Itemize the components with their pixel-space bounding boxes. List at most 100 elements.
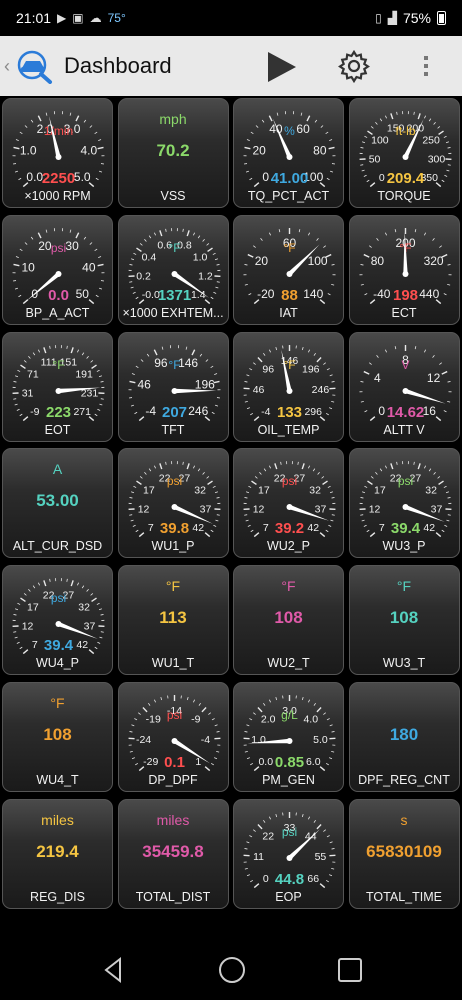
minor-tick xyxy=(23,359,27,363)
tick-label: -40 xyxy=(373,287,391,301)
tick-label: 12 xyxy=(22,621,34,633)
minor-tick xyxy=(412,111,415,115)
minor-tick xyxy=(326,718,330,721)
minor-tick xyxy=(278,228,281,232)
gauge-tile-eop[interactable]: 0 11 22 33 44 55 66 psi 44.8 EOP xyxy=(233,798,344,909)
gauge-tile-dpdpf[interactable]: -29 -24 -19 -14 -9 -4 1 psi 0.1 DP_DPF xyxy=(117,682,229,792)
gauge-value: 219.4 xyxy=(36,841,79,861)
gauge-tile-altcur[interactable]: A 53.00 ALT_CUR_DSD xyxy=(2,448,113,559)
minor-tick xyxy=(215,751,219,753)
major-tick xyxy=(88,298,95,304)
gauge-value: 35459.8 xyxy=(142,841,204,861)
gauge-tile-ect[interactable]: -4080200320440°F198ECT xyxy=(348,214,460,325)
minor-tick xyxy=(313,702,316,706)
minor-tick xyxy=(199,353,202,357)
gauge-tile-vss[interactable]: mph 70.2 VSS xyxy=(117,98,229,208)
gauge-tile-totaldist[interactable]: miles 35459.8 TOTAL_DIST xyxy=(117,798,229,909)
minor-tick xyxy=(13,380,17,383)
gauge-tile-wu4p[interactable]: 7 12 17 22 27 32 37 42 psi 39.4 WU4_P xyxy=(2,565,113,676)
minor-tick xyxy=(245,170,250,173)
minor-tick xyxy=(432,472,436,476)
gauge-tile-wu3t[interactable]: °F 108 WU3_T xyxy=(348,565,460,676)
minor-tick xyxy=(197,468,200,472)
major-tick xyxy=(13,263,20,267)
recents-nav-icon[interactable] xyxy=(334,954,366,986)
gauge-tile-tft[interactable]: -4 46 96 146 196 246 °F 207 TFT xyxy=(117,331,229,442)
minor-tick xyxy=(363,135,367,138)
gauge-tile-exhtemp[interactable]: -0.0 0.2 0.4 0.6 0.8 1.0 1.2 1.4 °F 1371 ×1000 EXH… xyxy=(117,214,229,325)
gauge-unit: °F xyxy=(283,241,295,255)
needle-hub xyxy=(286,387,293,394)
gauge-tile-torque[interactable]: 0 50 100 150 200 250 300 350 ft-lb 209.4 TORQUE xyxy=(348,98,460,208)
minor-tick xyxy=(327,292,331,296)
car-logo-icon[interactable] xyxy=(14,48,58,84)
minor-tick xyxy=(45,112,48,116)
back-nav-icon[interactable] xyxy=(98,954,130,986)
more-options-icon[interactable] xyxy=(414,48,438,84)
minor-tick xyxy=(98,287,103,290)
tick-label: 0 xyxy=(262,170,269,184)
gauge-tile-wu4t[interactable]: °F 108 WU4_T xyxy=(2,682,113,792)
gear-icon[interactable] xyxy=(336,48,372,84)
gauge-tile-wu3p[interactable]: 7 12 17 22 27 32 37 42 psi 39.4 WU3_P xyxy=(348,448,460,559)
minor-tick xyxy=(98,139,102,141)
minor-tick xyxy=(14,374,19,377)
minor-tick xyxy=(69,229,72,233)
minor-tick xyxy=(147,702,150,706)
gauge-tile-wu2p[interactable]: 7 12 17 22 27 32 37 42 psi 39.2 WU2_P xyxy=(233,448,344,559)
minor-tick xyxy=(423,115,426,119)
major-tick xyxy=(43,580,47,587)
gauge-value: 14.62 xyxy=(386,404,424,421)
minor-tick xyxy=(214,404,218,407)
gauge-tile-dpfreg[interactable]: 180 DPF_REG_CNT xyxy=(348,682,460,792)
minor-tick xyxy=(323,712,326,715)
cloud-icon: ☁ xyxy=(89,11,102,25)
major-tick xyxy=(75,115,80,122)
gauge-tile-pmgen[interactable]: 0.0 1.0 2.0 3.0 4.0 5.0 6.0 g/L 0.85 PM_GEN xyxy=(233,682,344,792)
gauge-label: EOP xyxy=(275,889,302,904)
navigation-bar xyxy=(0,938,462,1000)
major-tick xyxy=(253,882,260,888)
gauge-tile-rpm[interactable]: 0.0 1.0 2.0 3.0 4.0 5.0 1/min 2250 ×1000 RPM xyxy=(2,98,113,208)
play-icon[interactable] xyxy=(264,50,300,84)
tick-label: 7 xyxy=(378,522,384,534)
minor-tick xyxy=(159,696,162,701)
major-tick xyxy=(257,823,263,830)
minor-tick xyxy=(13,397,17,400)
gauge-tile-iat[interactable]: -20 20 60 100 140 °F 88 IAT xyxy=(233,214,344,325)
tick-label: 17 xyxy=(27,602,39,614)
minor-tick xyxy=(181,462,184,466)
gauge-tile-regdis[interactable]: miles 219.4 REG_DIS xyxy=(2,798,113,909)
minor-tick xyxy=(253,361,256,365)
minor-tick xyxy=(128,281,132,283)
tick-label: 196 xyxy=(302,363,320,375)
major-tick xyxy=(22,415,29,421)
minor-tick xyxy=(137,712,141,715)
minor-tick xyxy=(447,164,451,166)
back-chevron-icon[interactable]: ‹ xyxy=(4,56,14,77)
gauge-tile-wu2t[interactable]: °F 108 WU2_T xyxy=(233,565,344,676)
home-nav-icon[interactable] xyxy=(216,954,248,986)
gauge-tile-wu1p[interactable]: 7 12 17 22 27 32 37 42 psi 39.8 WU1_P xyxy=(117,448,229,559)
gauge-tile-oiltemp[interactable]: -4 46 96 146 196 246 296 °F 133 OIL_TEMP xyxy=(233,331,344,442)
gauge-tile-wu1t[interactable]: °F 113 WU1_T xyxy=(117,565,229,676)
gauge-tile-tq_pct[interactable]: 0 20 40 60 80 100% 41.00 TQ_PCT_ACT xyxy=(233,98,344,208)
minor-tick xyxy=(95,294,99,297)
minor-tick xyxy=(445,491,449,494)
minor-tick xyxy=(361,141,365,144)
gauge-value: 198 xyxy=(392,287,417,304)
signal-icon: ▟ xyxy=(387,11,397,25)
gauge-tile-altt[interactable]: 0 4 8 12 16 V 14.62 ALTT V xyxy=(348,331,460,442)
tick-label: 0.2 xyxy=(136,270,151,282)
minor-tick xyxy=(214,286,218,289)
minor-tick xyxy=(45,229,48,233)
gauge-tile-bp[interactable]: 01020304050psi0.0BP_A_ACT xyxy=(2,214,113,325)
tick-label: 32 xyxy=(425,485,437,497)
status-bar: 21:01 ▶ ▣ ☁ 75° ▯ ▟ 75% xyxy=(0,0,462,36)
minor-tick xyxy=(331,283,335,286)
gauge-tile-eot[interactable]: -9 31 71 111 151 191 231 271 °F 223 EOT xyxy=(2,331,113,442)
tick-label: 7 xyxy=(147,522,153,534)
gauge-label: DPF_REG_CNT xyxy=(358,773,450,787)
minor-tick xyxy=(13,631,17,633)
gauge-tile-totaltime[interactable]: s 65830109 TOTAL_TIME xyxy=(348,798,460,909)
